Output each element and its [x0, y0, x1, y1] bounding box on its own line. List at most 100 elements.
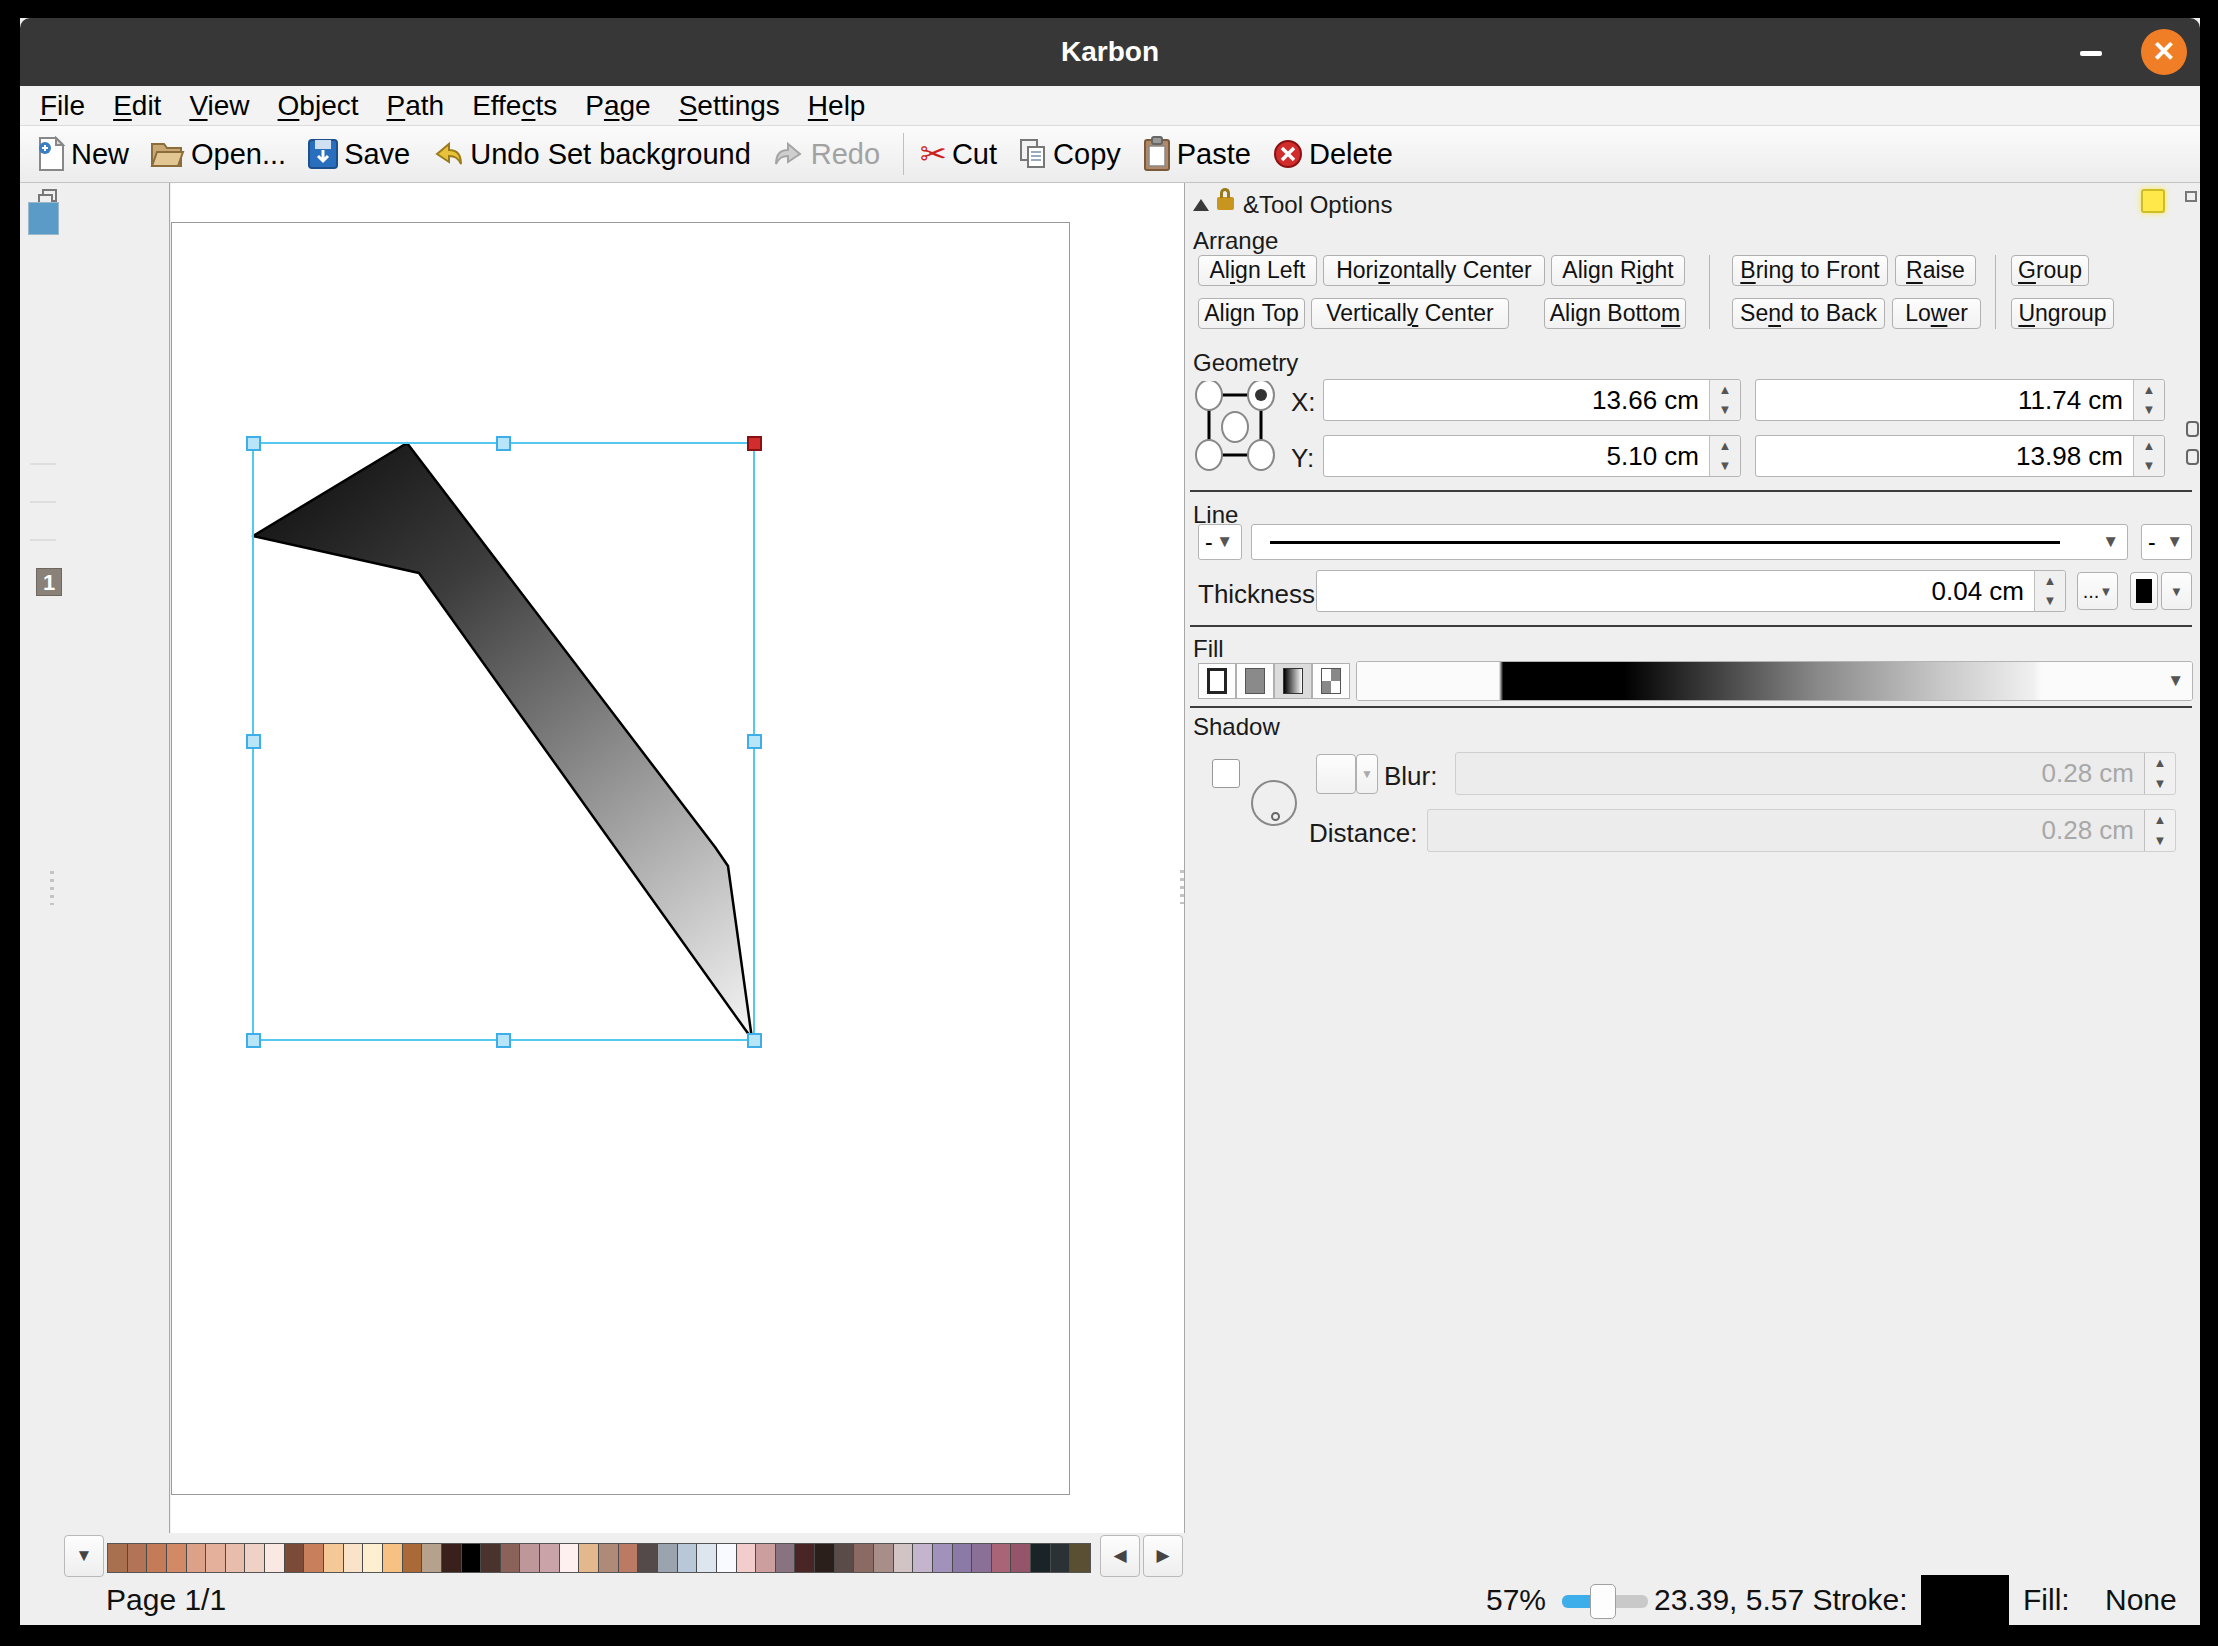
color-swatch[interactable] — [206, 1544, 226, 1572]
menu-item-path[interactable]: Path — [373, 90, 459, 122]
paste-button[interactable]: Paste — [1142, 136, 1251, 172]
minimize-button[interactable] — [2080, 51, 2102, 56]
copy-button[interactable]: Copy — [1018, 137, 1121, 171]
color-swatch[interactable] — [403, 1544, 423, 1572]
new-button[interactable]: New — [36, 136, 129, 172]
link-x-icon[interactable] — [2186, 421, 2199, 437]
zoom-slider[interactable] — [1562, 1595, 1648, 1608]
menu-item-page[interactable]: Page — [571, 90, 664, 122]
width-spinbox[interactable]: 11.74 cm▲▼ — [1755, 379, 2165, 421]
bring-to-front-button[interactable]: Bring to Front — [1732, 255, 1888, 286]
x-spinbox[interactable]: 13.66 cm▲▼ — [1323, 379, 1741, 421]
color-swatch[interactable] — [874, 1544, 894, 1572]
fill-none-button[interactable] — [1198, 663, 1236, 699]
color-swatch[interactable] — [894, 1544, 914, 1572]
align-right-button[interactable]: Align Right — [1551, 255, 1685, 286]
color-swatch[interactable] — [815, 1544, 835, 1572]
anchor-selector[interactable] — [1195, 381, 1275, 471]
shadow-color-button[interactable] — [1316, 754, 1356, 794]
menu-item-effects[interactable]: Effects — [458, 90, 571, 122]
close-button[interactable]: ✕ — [2141, 29, 2187, 75]
color-swatch[interactable] — [304, 1544, 324, 1572]
group-button[interactable]: Group — [2011, 255, 2089, 286]
color-swatch[interactable] — [422, 1544, 442, 1572]
color-swatch[interactable] — [540, 1544, 560, 1572]
color-swatch[interactable] — [658, 1544, 678, 1572]
color-swatch[interactable] — [599, 1544, 619, 1572]
line-cap-combo[interactable]: -▼ — [1198, 524, 1242, 560]
align-left-button[interactable]: Align Left — [1198, 255, 1317, 286]
align-top-button[interactable]: Align Top — [1198, 298, 1305, 329]
line-style-combo[interactable]: ▼ — [1251, 524, 2128, 560]
color-swatch[interactable] — [854, 1544, 874, 1572]
color-swatch[interactable] — [324, 1544, 344, 1572]
menu-item-file[interactable]: File — [26, 90, 99, 122]
color-swatch[interactable] — [1051, 1544, 1071, 1572]
canvas-area[interactable] — [171, 183, 1184, 1533]
color-swatch[interactable] — [520, 1544, 540, 1572]
shadow-enable-checkbox[interactable] — [1212, 759, 1240, 788]
color-swatch[interactable] — [1031, 1544, 1051, 1572]
undo-button[interactable]: Undo Set background — [431, 138, 751, 171]
horizontally-center-button[interactable]: Horizontally Center — [1323, 255, 1545, 286]
shadow-color-dropdown[interactable]: ▼ — [1356, 754, 1378, 794]
shadow-angle-dial[interactable] — [1251, 780, 1297, 826]
line-more-button[interactable]: ...▼ — [2077, 572, 2118, 610]
delete-button[interactable]: Delete — [1272, 138, 1393, 171]
ungroup-button[interactable]: Ungroup — [2011, 298, 2114, 329]
fill-pattern-button[interactable] — [1312, 663, 1350, 699]
line-color-dropdown[interactable]: ▼ — [2161, 572, 2192, 610]
color-swatch[interactable] — [1070, 1544, 1090, 1572]
color-swatch[interactable] — [717, 1544, 737, 1572]
color-swatch[interactable] — [972, 1544, 992, 1572]
color-swatch[interactable] — [147, 1544, 167, 1572]
redo-button[interactable]: Redo — [772, 138, 880, 171]
color-swatch[interactable] — [167, 1544, 187, 1572]
float-panel-icon[interactable] — [2185, 191, 2197, 202]
color-swatch[interactable] — [1011, 1544, 1031, 1572]
y-spinbox[interactable]: 5.10 cm▲▼ — [1323, 435, 1741, 477]
color-swatch[interactable] — [560, 1544, 580, 1572]
color-swatch[interactable] — [913, 1544, 933, 1572]
color-swatch[interactable] — [285, 1544, 305, 1572]
page-one-badge[interactable]: 1 — [36, 568, 62, 596]
color-swatch[interactable] — [619, 1544, 639, 1572]
save-button[interactable]: Save — [307, 138, 410, 171]
cut-button[interactable]: ✂Cut — [920, 135, 997, 173]
color-swatch[interactable] — [678, 1544, 698, 1572]
color-swatch[interactable] — [462, 1544, 482, 1572]
color-swatch[interactable] — [481, 1544, 501, 1572]
fill-gradient-combo[interactable]: ▼ — [1356, 661, 2193, 701]
color-swatch[interactable] — [992, 1544, 1012, 1572]
color-swatch[interactable] — [737, 1544, 757, 1572]
color-swatch[interactable] — [344, 1544, 364, 1572]
color-swatch[interactable] — [245, 1544, 265, 1572]
pin-icon[interactable] — [2141, 189, 2165, 213]
color-swatch[interactable] — [363, 1544, 383, 1572]
color-swatch[interactable] — [697, 1544, 717, 1572]
color-swatch[interactable] — [835, 1544, 855, 1572]
fill-gradient-button[interactable] — [1274, 663, 1312, 699]
color-swatch[interactable] — [226, 1544, 246, 1572]
lock-icon[interactable] — [1217, 197, 1234, 210]
color-swatch[interactable] — [128, 1544, 148, 1572]
color-swatch[interactable] — [108, 1544, 128, 1572]
palette-scroll-left[interactable]: ◀ — [1100, 1535, 1140, 1577]
blur-spinbox[interactable]: 0.28 cm▲▼ — [1455, 752, 2176, 795]
color-swatch[interactable] — [756, 1544, 776, 1572]
float-dock-icon[interactable] — [42, 189, 57, 202]
distance-spinbox[interactable]: 0.28 cm▲▼ — [1427, 809, 2176, 852]
menu-item-help[interactable]: Help — [794, 90, 880, 122]
color-swatch[interactable] — [933, 1544, 953, 1572]
color-swatch[interactable] — [383, 1544, 403, 1572]
color-swatch[interactable] — [442, 1544, 462, 1572]
line-join-combo[interactable]: -▼ — [2141, 524, 2192, 560]
vector-shape-with-selection[interactable] — [171, 222, 1070, 1495]
align-bottom-button[interactable]: Align Bottom — [1544, 298, 1686, 329]
height-spinbox[interactable]: 13.98 cm▲▼ — [1755, 435, 2165, 477]
splitter-grip[interactable] — [50, 871, 54, 905]
color-swatch[interactable] — [953, 1544, 973, 1572]
palette-scroll-right[interactable]: ▶ — [1143, 1535, 1183, 1577]
color-swatch[interactable] — [579, 1544, 599, 1572]
link-y-icon[interactable] — [2186, 449, 2199, 465]
